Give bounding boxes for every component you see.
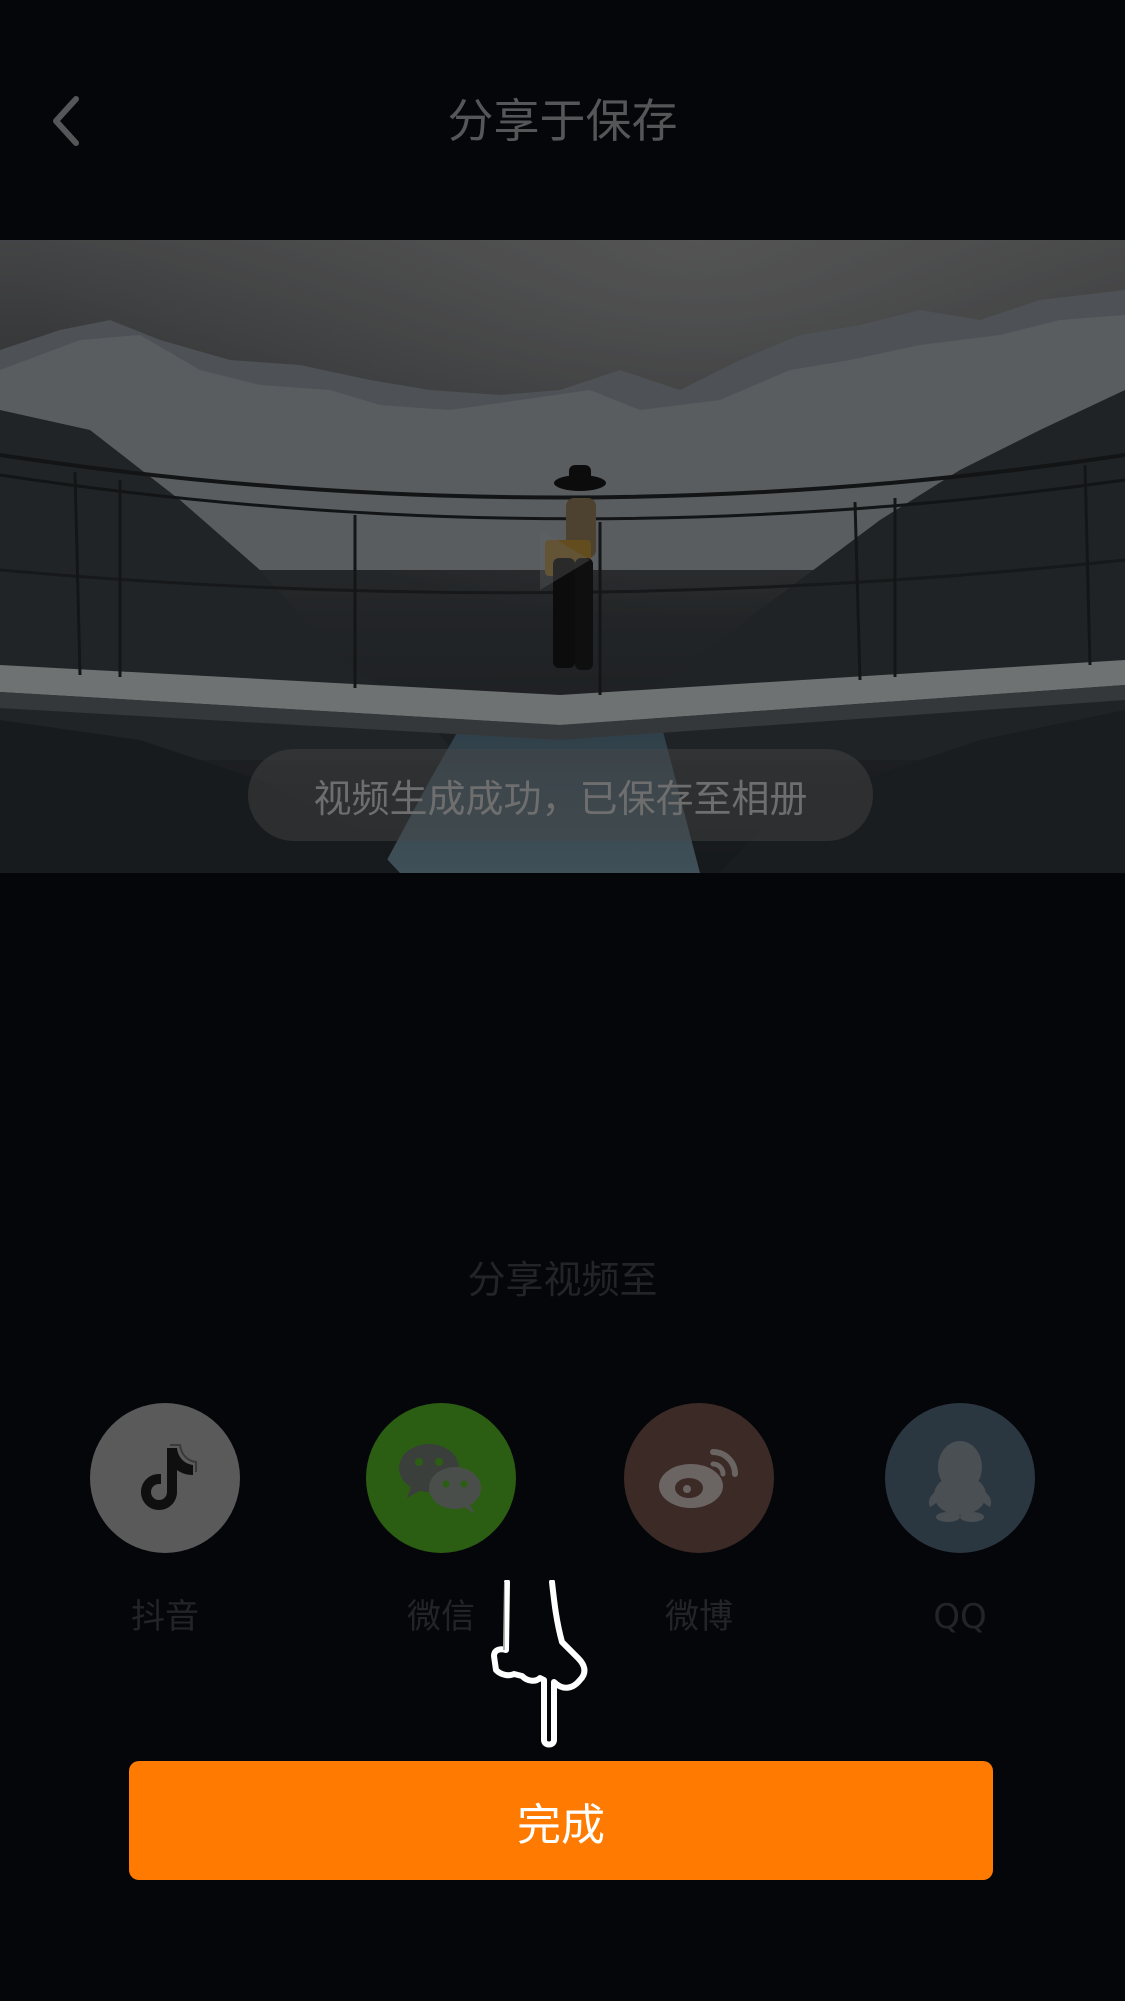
share-qq-label: QQ — [933, 1597, 987, 1637]
wechat-icon — [399, 1444, 481, 1514]
video-preview[interactable]: 视频生成成功，已保存至相册 — [0, 240, 1125, 873]
weibo-icon — [659, 1449, 738, 1508]
page-title: 分享于保存 — [447, 94, 678, 148]
douyin-icon — [141, 1444, 197, 1510]
share-douyin-label: 抖音 — [131, 1597, 199, 1637]
toast-message: 视频生成成功，已保存至相册 — [248, 749, 873, 841]
share-douyin[interactable]: 抖音 — [90, 1403, 240, 1639]
share-weibo[interactable]: 微博 — [624, 1403, 774, 1639]
pointing-hand-icon — [491, 1580, 588, 1748]
share-and-save-screen: 分享于保存 视频生成成功，已保存至相册 分享视频至 抖音 微信 微博 QQ 完成 — [0, 0, 1125, 2001]
share-weibo-label: 微博 — [665, 1597, 733, 1637]
share-qq[interactable]: QQ — [885, 1403, 1035, 1639]
share-qq-circle — [885, 1403, 1035, 1553]
share-weibo-circle — [624, 1403, 774, 1553]
share-douyin-circle — [90, 1403, 240, 1553]
header: 分享于保存 — [0, 0, 1125, 240]
share-section-title: 分享视频至 — [467, 1258, 658, 1302]
done-button[interactable]: 完成 — [129, 1761, 993, 1880]
share-wechat-circle — [366, 1403, 516, 1553]
qq-icon — [928, 1441, 992, 1522]
